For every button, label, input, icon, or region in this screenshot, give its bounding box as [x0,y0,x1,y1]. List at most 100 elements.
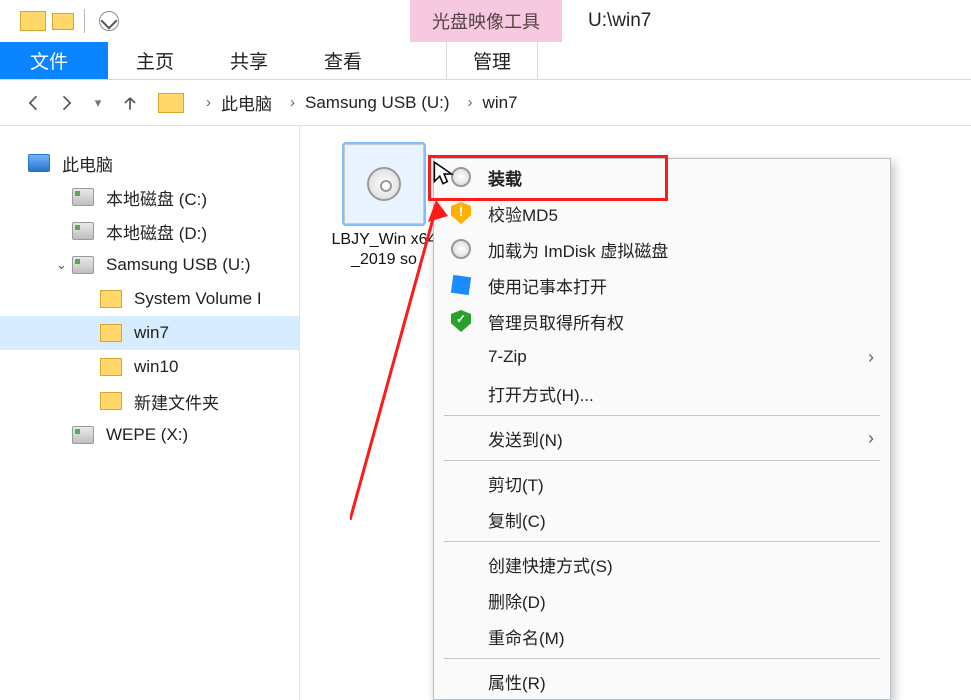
forward-button[interactable] [50,87,82,119]
window-title: U:\win7 [562,0,971,42]
navigation-tree[interactable]: 此电脑 本地磁盘 (C:) 本地磁盘 (D:) ⌄ Samsung USB (U:) S… [0,126,300,700]
tree-folder[interactable]: win7 [0,316,299,350]
tree-label: 本地磁盘 (C:) [106,185,207,210]
tree-folder[interactable]: System Volume I [0,282,299,316]
menu-item-label: 创建快捷方式(S) [488,552,613,577]
drive-icon [72,256,94,274]
drive-icon [72,188,94,206]
context-menu-item[interactable]: 复制(C) [434,501,890,537]
context-menu-item[interactable]: 7-Zip› [434,339,890,375]
context-menu-item[interactable]: 删除(D) [434,582,890,618]
tab-home[interactable]: 主页 [108,42,202,79]
drive-icon [72,426,94,444]
context-menu-item[interactable]: 使用记事本打开 [434,267,890,303]
menu-item-label: 加载为 ImDisk 虚拟磁盘 [488,237,668,262]
chevron-right-icon[interactable]: › [280,94,305,111]
navigation-bar: ▾ ›此电脑 ›Samsung USB (U:) ›win7 [0,80,971,126]
folder-icon [100,290,122,308]
context-menu-item[interactable]: 校验MD5 [434,195,890,231]
file-thumbnail [344,144,424,224]
separator [84,9,85,33]
blank-icon [448,670,474,692]
folder-icon [100,392,122,410]
blank-icon [448,346,474,368]
context-menu-item[interactable]: 发送到(N) › [434,420,890,456]
address-bar[interactable]: ›此电脑 ›Samsung USB (U:) ›win7 [158,90,522,115]
blank-icon [448,553,474,575]
tab-manage[interactable]: 管理 [446,42,538,79]
context-menu-item[interactable]: 重命名(M) [434,618,890,654]
menu-item-label: 管理员取得所有权 [488,309,624,334]
blank-icon [448,589,474,611]
tree-drive[interactable]: WEPE (X:) [0,418,299,452]
context-menu-item[interactable]: 创建快捷方式(S) [434,546,890,582]
file-name: LBJY_Win x64_2019 so [330,230,438,270]
chevron-right-icon[interactable]: › [196,94,221,111]
menu-item-label: 属性(R) [488,669,546,694]
shield-warning-icon [448,202,474,224]
folder-icon [100,358,122,376]
blank-icon [448,472,474,494]
folder-icon [158,93,184,113]
context-menu-item[interactable]: 属性(R) [434,663,890,699]
breadcrumb-this-pc[interactable]: 此电脑 [221,90,272,115]
menu-item-label: 打开方式(H)... [488,381,594,406]
shield-check-icon [448,310,474,332]
blank-icon [448,427,474,449]
tree-drive[interactable]: 本地磁盘 (C:) [0,180,299,214]
tree-folder[interactable]: 新建文件夹 [0,384,299,418]
file-item-iso[interactable]: LBJY_Win x64_2019 so [330,144,438,270]
back-button[interactable] [18,87,50,119]
tree-drive[interactable]: ⌄ Samsung USB (U:) [0,248,299,282]
tab-view[interactable]: 查看 [296,42,390,79]
tree-label: System Volume I [134,289,262,309]
blank-icon [448,508,474,530]
expander-icon[interactable]: ⌄ [56,257,70,273]
tree-folder[interactable]: win10 [0,350,299,384]
context-menu-item[interactable]: 管理员取得所有权 [434,303,890,339]
context-menu-item[interactable]: 剪切(T) [434,465,890,501]
pc-icon [28,154,50,172]
up-button[interactable] [114,87,146,119]
ribbon-tabs: 文件 主页 共享 查看 管理 [0,42,971,80]
menu-item-label: 校验MD5 [488,201,558,226]
menu-separator [444,415,880,416]
tree-drive[interactable]: 本地磁盘 (D:) [0,214,299,248]
qat-dropdown-icon[interactable] [99,11,119,31]
tree-label: win7 [134,323,169,343]
disc-icon [367,167,401,201]
tab-share[interactable]: 共享 [202,42,296,79]
folder-icon [20,11,46,31]
breadcrumb-drive[interactable]: Samsung USB (U:) [305,93,450,113]
titlebar: 光盘映像工具 U:\win7 [0,0,971,42]
menu-separator [444,541,880,542]
folder-icon [100,324,122,342]
chevron-right-icon: › [868,428,874,449]
contextual-tab-label: 光盘映像工具 [410,0,562,42]
tree-label: Samsung USB (U:) [106,255,251,275]
menu-item-label: 发送到(N) [488,426,563,451]
recent-locations-button[interactable]: ▾ [82,87,114,119]
chevron-right-icon[interactable]: › [458,94,483,111]
tree-label: 本地磁盘 (D:) [106,219,207,244]
tree-label: 此电脑 [62,151,113,176]
quick-access-toolbar [0,0,410,42]
context-menu: 装载校验MD5 加载为 ImDisk 虚拟磁盘使用记事本打开管理员取得所有权 7-Z… [433,158,891,700]
context-menu-item[interactable]: 装载 [434,159,890,195]
menu-item-label: 删除(D) [488,588,546,613]
tree-this-pc[interactable]: 此电脑 [0,146,299,180]
menu-item-label: 重命名(M) [488,624,564,649]
menu-item-label: 使用记事本打开 [488,273,607,298]
tab-file[interactable]: 文件 [0,42,108,79]
tree-label: win10 [134,357,178,377]
menu-separator [444,658,880,659]
notepad-icon [448,274,474,296]
blank-icon [448,382,474,404]
breadcrumb-folder[interactable]: win7 [483,93,518,113]
menu-separator [444,460,880,461]
menu-item-label: 7-Zip [488,347,527,367]
menu-item-label: 剪切(T) [488,471,544,496]
folder-icon [52,13,74,30]
context-menu-item[interactable]: 加载为 ImDisk 虚拟磁盘 [434,231,890,267]
context-menu-item[interactable]: 打开方式(H)... [434,375,890,411]
